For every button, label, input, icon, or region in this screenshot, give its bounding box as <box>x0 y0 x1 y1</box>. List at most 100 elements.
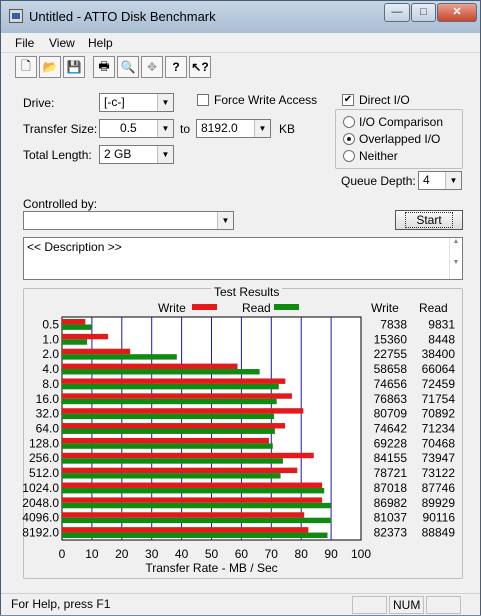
y-tick-label: 4096.0 <box>22 511 59 525</box>
num-indicator: NUM <box>389 596 424 614</box>
legend-write-swatch <box>192 304 217 310</box>
write-bar <box>62 333 109 340</box>
y-tick-label: 4.0 <box>42 362 59 376</box>
write-value-label: 87018 <box>374 481 408 495</box>
read-bar <box>62 383 279 390</box>
read-bar <box>62 413 274 420</box>
x-tick-label: 0 <box>59 547 66 561</box>
legend-read-label: Read <box>242 301 271 315</box>
write-bar <box>62 452 314 459</box>
write-bar <box>62 378 286 384</box>
transfer-rate-chart: 0 10 20 30 40 50 60 70 80 90 100 Transfer Rate - MB… <box>22 301 456 575</box>
write-value-label: 76863 <box>374 392 408 406</box>
app-window: Untitled - ATTO Disk Benchmark — □ ✕ Fil… <box>0 0 481 615</box>
read-value-label: 73947 <box>422 451 456 465</box>
status-bar: For Help, press F1 NUM <box>1 593 480 615</box>
read-value-label: 71234 <box>422 422 456 436</box>
write-bar <box>62 348 131 355</box>
x-tick-label: 50 <box>205 547 219 561</box>
read-value-label: 89929 <box>422 496 456 510</box>
read-value-label: 70468 <box>422 436 456 450</box>
read-column-header: Read <box>419 301 448 315</box>
y-tick-label: 2048.0 <box>22 496 59 510</box>
read-bar <box>62 517 332 524</box>
read-value-label: 8448 <box>428 332 455 346</box>
read-bar <box>62 428 275 434</box>
read-bar <box>62 398 277 405</box>
read-bar <box>62 443 273 449</box>
read-value-label: 90116 <box>423 511 456 525</box>
status-text: For Help, press F1 <box>11 597 111 611</box>
y-tick-label: 256.0 <box>29 451 59 465</box>
write-bar <box>62 467 298 474</box>
x-tick-label: 40 <box>175 547 189 561</box>
read-bar <box>62 324 92 330</box>
read-bar <box>62 339 88 345</box>
x-tick-label: 70 <box>265 547 279 561</box>
x-axis-label: Transfer Rate - MB / Sec <box>145 561 277 575</box>
x-tick-label: 30 <box>145 547 159 561</box>
write-column-header: Write <box>371 301 399 315</box>
write-bar <box>62 363 238 370</box>
write-value-label: 58658 <box>374 362 408 376</box>
write-value-label: 80709 <box>374 407 408 421</box>
read-value-label: 71754 <box>422 392 456 406</box>
write-bar <box>62 423 286 429</box>
read-value-label: 72459 <box>422 377 456 391</box>
write-value-label: 82373 <box>374 526 408 540</box>
write-bar <box>62 408 304 414</box>
x-tick-label: 60 <box>235 547 249 561</box>
write-bar <box>62 319 86 325</box>
y-tick-label: 0.5 <box>42 317 59 331</box>
y-tick-label: 8.0 <box>42 377 59 391</box>
read-bar <box>62 532 328 538</box>
write-bar <box>62 437 269 444</box>
read-value-label: 73122 <box>422 466 456 480</box>
y-tick-label: 128.0 <box>29 436 59 450</box>
legend-write-label: Write <box>158 301 186 315</box>
y-tick-label: 1024.0 <box>22 481 59 495</box>
read-value-label: 9831 <box>428 317 455 331</box>
status-cell-3 <box>426 596 461 614</box>
y-tick-label: 16.0 <box>36 392 60 406</box>
x-tick-label: 20 <box>115 547 129 561</box>
read-bar <box>62 502 331 509</box>
write-value-label: 15360 <box>374 332 408 346</box>
read-value-label: 87746 <box>422 481 456 495</box>
y-tick-label: 1.0 <box>42 332 59 346</box>
write-value-label: 22755 <box>374 347 408 361</box>
y-tick-label: 64.0 <box>36 422 60 436</box>
read-value-label: 66064 <box>422 362 456 376</box>
y-tick-label: 512.0 <box>29 466 59 480</box>
write-value-label: 74642 <box>374 422 408 436</box>
write-bar <box>62 497 323 503</box>
read-value-label: 70892 <box>422 407 456 421</box>
write-value-label: 74656 <box>374 377 408 391</box>
write-bar <box>62 527 309 533</box>
write-value-label: 81037 <box>374 511 408 525</box>
write-value-label: 84155 <box>374 451 408 465</box>
read-value-label: 88849 <box>422 526 456 540</box>
read-value-label: 38400 <box>422 347 456 361</box>
y-tick-label: 8192.0 <box>22 526 59 540</box>
write-value-label: 69228 <box>374 436 408 450</box>
write-value-label: 7838 <box>380 317 407 331</box>
read-bar <box>62 473 281 479</box>
read-bar <box>62 487 325 494</box>
write-bar <box>62 393 292 399</box>
status-cell-1 <box>352 596 387 614</box>
read-bar <box>62 369 260 375</box>
write-value-label: 86982 <box>374 496 408 510</box>
x-tick-label: 80 <box>295 547 309 561</box>
write-bar <box>62 512 305 518</box>
y-tick-label: 32.0 <box>36 407 60 421</box>
write-value-label: 78721 <box>374 466 408 480</box>
read-bar <box>62 354 177 360</box>
write-bar <box>62 482 323 488</box>
read-bar <box>62 458 283 464</box>
x-tick-label: 10 <box>85 547 99 561</box>
x-tick-label: 90 <box>324 547 338 561</box>
legend-read-swatch <box>274 304 299 310</box>
x-tick-label: 100 <box>351 547 371 561</box>
y-tick-label: 2.0 <box>42 347 59 361</box>
